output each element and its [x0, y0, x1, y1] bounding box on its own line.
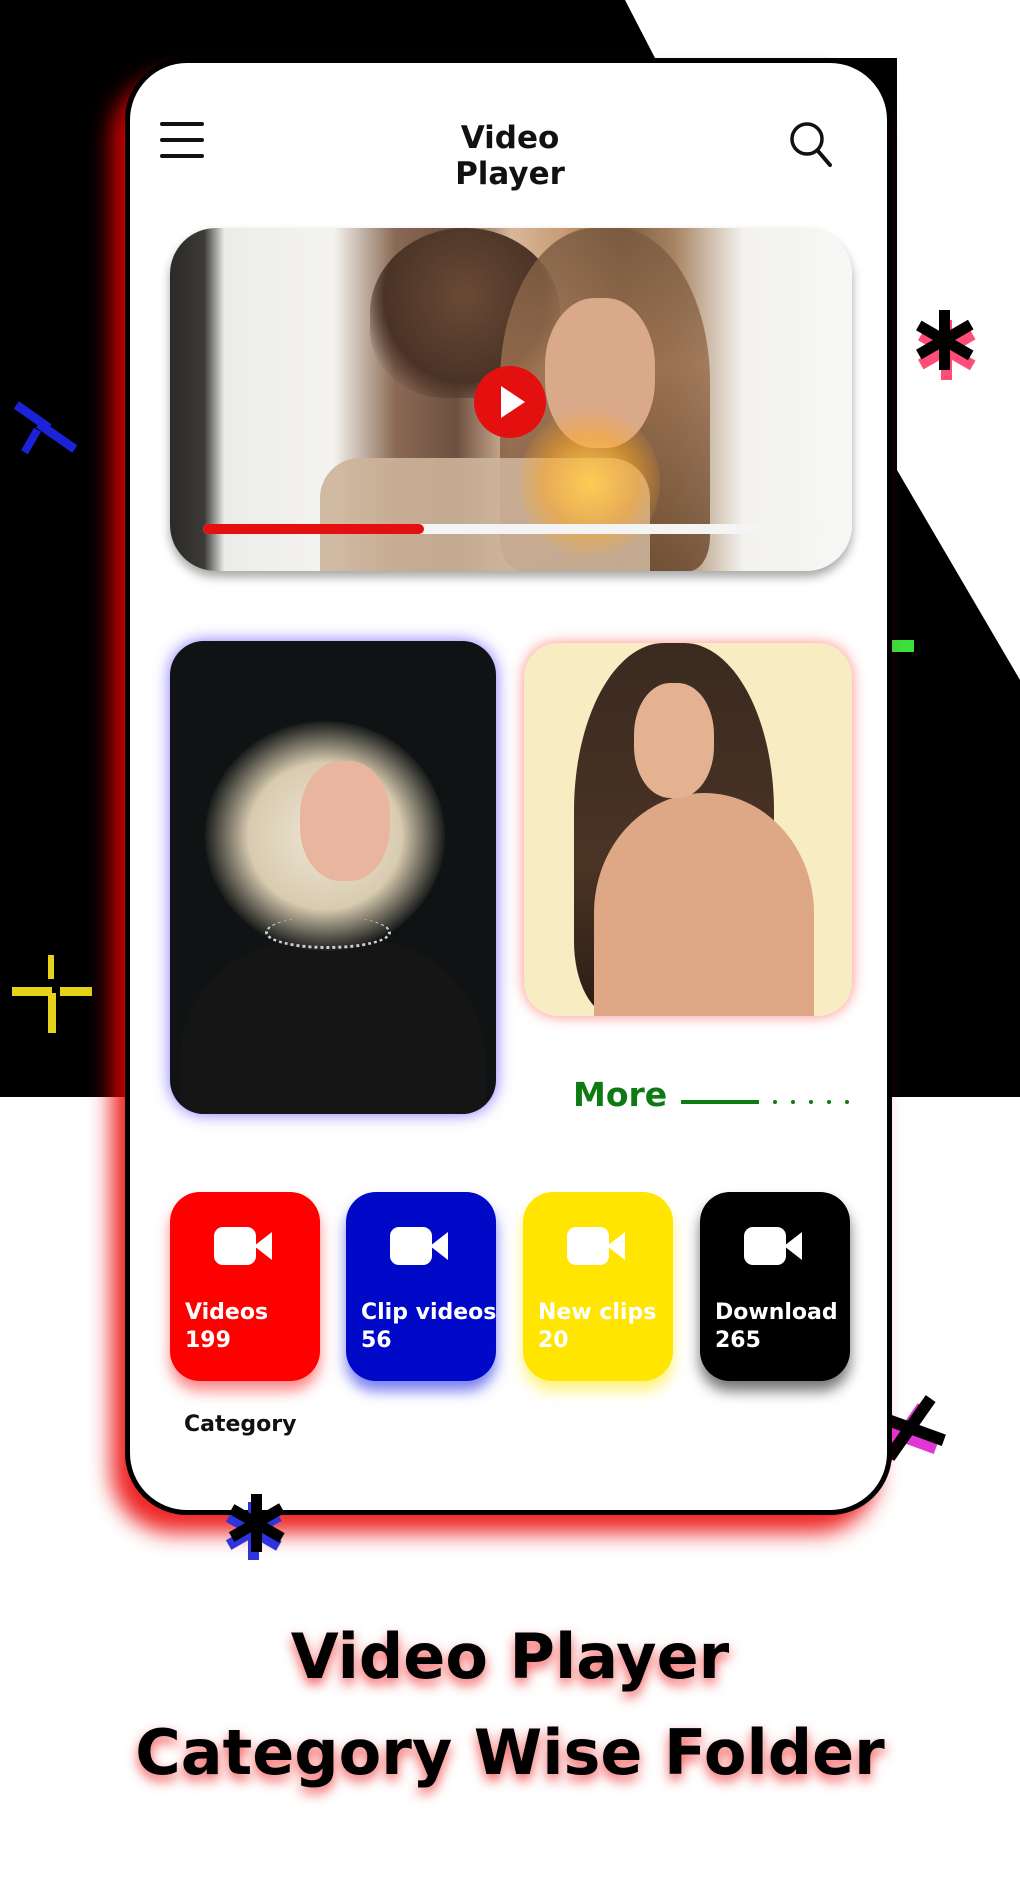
category-tile-new-clips[interactable]: New clips 20: [523, 1192, 673, 1381]
category-count: 20: [538, 1328, 569, 1353]
promo-title-line2: Category Wise Folder: [135, 1716, 885, 1789]
more-label: More: [573, 1075, 668, 1114]
category-count: 265: [715, 1328, 761, 1353]
progress-fill: [203, 524, 425, 534]
video-camera-icon: [390, 1227, 448, 1265]
thumbnail-detail: [634, 683, 714, 798]
asterisk-decoration-bottom: [225, 1494, 285, 1560]
hamburger-line: [160, 138, 204, 142]
category-tile-download[interactable]: Download 265: [700, 1192, 850, 1381]
video-camera-icon: [744, 1227, 802, 1265]
featured-video-thumbnail-right[interactable]: [524, 643, 852, 1016]
thumbnail-detail: [520, 408, 660, 558]
search-icon[interactable]: [788, 120, 834, 168]
category-name: Download: [715, 1300, 838, 1325]
thumbnail-detail: [265, 916, 391, 949]
category-tile-clip-videos[interactable]: Clip videos 56: [346, 1192, 496, 1381]
hamburger-line: [160, 154, 204, 158]
more-dots: [759, 1099, 850, 1104]
category-name: New clips: [538, 1300, 657, 1325]
video-progress-bar[interactable]: [203, 524, 818, 534]
yellow-plus-decoration: [12, 955, 92, 1033]
more-underline: [681, 1099, 760, 1104]
blue-cross-decoration: [13, 401, 78, 455]
category-name: Clip videos: [361, 1300, 497, 1325]
hamburger-menu-icon: [160, 122, 204, 126]
menu-button[interactable]: [160, 122, 204, 158]
category-tile-videos[interactable]: Videos 199: [170, 1192, 320, 1381]
video-camera-icon: [567, 1227, 625, 1265]
video-camera-icon: [214, 1227, 272, 1265]
asterisk-decoration-right: [916, 310, 976, 380]
more-link[interactable]: More: [573, 1075, 850, 1114]
featured-video-thumbnail-left[interactable]: [170, 641, 496, 1114]
app-title: Video Player: [455, 120, 565, 192]
play-button[interactable]: [474, 366, 546, 438]
promo-title-line1: Video Player: [290, 1620, 730, 1693]
thumbnail-detail: [180, 941, 486, 1114]
thumbnail-detail: [300, 761, 390, 881]
category-count: 199: [185, 1328, 231, 1353]
category-count: 56: [361, 1328, 392, 1353]
category-label: Category: [184, 1412, 297, 1437]
category-name: Videos: [185, 1300, 269, 1325]
thumbnail-detail: [594, 793, 814, 1016]
